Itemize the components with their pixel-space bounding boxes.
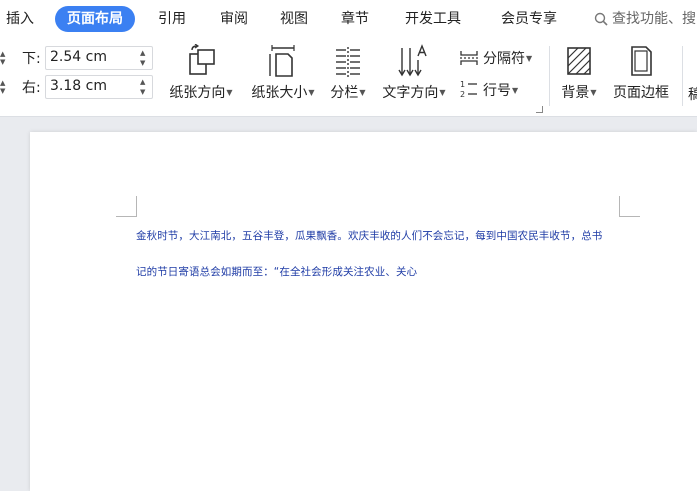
- tab-review[interactable]: 审阅: [220, 6, 248, 32]
- tab-chapter[interactable]: 章节: [341, 6, 369, 32]
- page-border-icon: [631, 46, 652, 76]
- separator-button[interactable]: 分隔符▼: [459, 48, 532, 70]
- document-paragraph-line[interactable]: 金秋时节，大江南北，五谷丰登，瓜果飘香。欢庆丰收的人们不会忘记，每到中国农民丰收…: [136, 228, 602, 243]
- line-number-icon: 1 2: [460, 80, 477, 99]
- background-button[interactable]: 背景▼: [558, 44, 600, 102]
- orientation-button[interactable]: 纸张方向▼: [165, 44, 237, 102]
- ribbon-toolbar: ▲ ▼ 下: 2.54 cm ▲ ▼ ▲ ▼ 右: 3.18 cm ▲ ▼ 纸张方向▼: [0, 38, 697, 117]
- text-direction-label: 文字方向: [382, 85, 439, 101]
- svg-text:2: 2: [460, 90, 465, 99]
- spin-arrows-icon[interactable]: ▲ ▼: [140, 48, 148, 68]
- background-label: 背景: [561, 85, 590, 101]
- spin-arrows-icon[interactable]: ▲ ▼: [140, 77, 148, 97]
- search-label: 查找功能、搜: [612, 11, 696, 27]
- margin-bottom-value: 2.54 cm: [50, 49, 107, 65]
- tab-insert[interactable]: 插入: [6, 6, 34, 32]
- line-number-label: 行号: [483, 83, 511, 99]
- page-border-label: 页面边框: [613, 85, 669, 101]
- text-direction-icon: [398, 44, 427, 77]
- page-break-icon: [460, 51, 478, 65]
- paper-size-label: 纸张大小: [251, 85, 308, 101]
- text-direction-button[interactable]: 文字方向▼: [378, 44, 450, 102]
- columns-button[interactable]: 分栏▼: [327, 44, 369, 102]
- paper-size-button[interactable]: 纸张大小▼: [247, 44, 319, 102]
- columns-label: 分栏: [330, 85, 359, 101]
- tab-references[interactable]: 引用: [158, 6, 186, 32]
- draft-button[interactable]: 稿: [688, 84, 697, 104]
- page-border-button[interactable]: 页面边框: [610, 44, 672, 102]
- group-launcher-icon[interactable]: [536, 106, 543, 113]
- margin-right-input[interactable]: 3.18 cm ▲ ▼: [45, 75, 153, 99]
- ribbon-divider: [682, 46, 683, 106]
- tab-page-layout[interactable]: 页面布局: [55, 6, 135, 32]
- search-icon: [594, 12, 608, 26]
- line-number-button[interactable]: 1 2 行号▼: [459, 79, 518, 101]
- columns-icon: [336, 47, 360, 77]
- margin-right-label: 右:: [22, 80, 41, 96]
- margin-corner-top-left: [116, 196, 137, 217]
- tab-view[interactable]: 视图: [280, 6, 308, 32]
- margin-bottom-label: 下:: [22, 51, 41, 67]
- orientation-label: 纸张方向: [169, 85, 226, 101]
- orientation-icon: [189, 44, 215, 75]
- separator-label: 分隔符: [483, 51, 525, 67]
- margin-bottom-row: ▲ ▼ 下: 2.54 cm ▲ ▼: [0, 46, 160, 70]
- menu-bar: 插入 页面布局 引用 审阅 视图 章节 开发工具 会员专享 查找功能、搜: [0, 0, 697, 38]
- margin-right-value: 3.18 cm: [50, 78, 107, 94]
- margin-corner-top-right: [619, 196, 640, 217]
- tab-developer[interactable]: 开发工具: [405, 6, 461, 32]
- spin-arrows-icon[interactable]: ▲ ▼: [0, 50, 8, 66]
- svg-text:1: 1: [460, 80, 465, 89]
- paper-size-icon: [269, 45, 295, 77]
- margin-right-row: ▲ ▼ 右: 3.18 cm ▲ ▼: [0, 75, 160, 99]
- document-paragraph-line[interactable]: 记的节日寄语总会如期而至：“在全社会形成关注农业、关心: [136, 264, 417, 279]
- spin-arrows-icon[interactable]: ▲ ▼: [0, 79, 8, 95]
- ribbon-divider: [549, 46, 550, 106]
- background-icon: [567, 47, 591, 75]
- tab-member[interactable]: 会员专享: [501, 6, 557, 32]
- search-box[interactable]: 查找功能、搜: [594, 6, 696, 32]
- document-page[interactable]: 金秋时节，大江南北，五谷丰登，瓜果飘香。欢庆丰收的人们不会忘记，每到中国农民丰收…: [30, 132, 697, 491]
- margin-bottom-input[interactable]: 2.54 cm ▲ ▼: [45, 46, 153, 70]
